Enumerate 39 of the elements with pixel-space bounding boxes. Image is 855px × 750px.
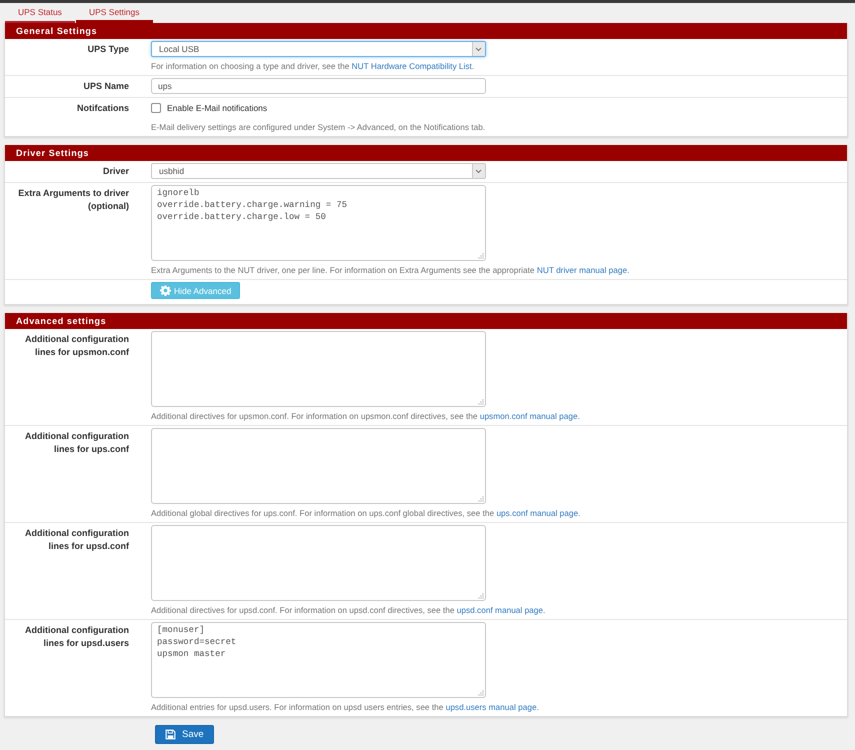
panel-heading: General Settings — [5, 23, 847, 39]
panel-heading: Driver Settings — [5, 145, 847, 161]
checkbox-label[interactable]: Enable E-Mail notifications — [167, 103, 268, 113]
gear-icon — [160, 285, 171, 296]
save-button[interactable]: Save — [155, 725, 214, 744]
help-text: Extra Arguments to the NUT driver, one per line. For information on Extra Arguments see the appropriate NUT driver manual page. — [151, 265, 630, 276]
field-label: Additional configuration lines for upsmon.conf — [24, 333, 129, 359]
text-area[interactable]: [monuser] password=secret upsmon master — [151, 622, 486, 698]
text-input[interactable]: ups — [151, 78, 486, 94]
help-link[interactable]: upsmon.conf manual page — [480, 411, 578, 421]
help-text: Additional directives for upsd.conf. For information on upsd.conf directives, see the upsd.conf manual page. — [151, 605, 546, 616]
checkbox[interactable] — [151, 103, 161, 113]
dropdown[interactable]: Local USB — [151, 41, 486, 57]
chevron-down-icon — [472, 42, 485, 56]
help-text: E-Mail delivery settings are configured under System -> Advanced, on the Notifications tab. — [151, 122, 486, 133]
text-area[interactable] — [151, 525, 486, 601]
help-link[interactable]: NUT driver manual page — [536, 265, 628, 275]
help-link[interactable]: NUT Hardware Compatibility List — [352, 61, 472, 71]
field-label: Notifcations — [76, 102, 129, 115]
field-label: Extra Arguments to driver (optional) — [17, 187, 129, 213]
text-area[interactable] — [151, 428, 486, 504]
field-label: UPS Name — [83, 80, 129, 93]
help-link[interactable]: upsd.conf manual page — [456, 605, 544, 615]
help-link[interactable]: upsd.users manual page — [446, 702, 537, 712]
chevron-down-icon — [472, 164, 485, 178]
help-link[interactable]: ups.conf manual page — [496, 508, 578, 518]
help-text: For information on choosing a type and driver, see the NUT Hardware Compatibility List. — [151, 61, 476, 72]
field-label: Driver — [102, 165, 129, 178]
text-area[interactable]: ignorelb override.battery.charge.warning = 75 override.battery.charge.low = 50 — [151, 185, 486, 261]
text-area[interactable] — [151, 331, 486, 407]
field-label: UPS Type — [88, 43, 129, 56]
field-label: Additional configuration lines for upsd.conf — [24, 527, 129, 553]
panel-heading: Advanced settings — [5, 313, 847, 329]
help-text: Additional global directives for ups.conf. For information on ups.conf global directives, see the ups.conf manual page. — [151, 508, 582, 519]
help-text: Additional directives for upsmon.conf. For information on upsmon.conf directives, see the upsmon.conf manual page. — [151, 411, 581, 422]
field-label: Additional configuration lines for upsd.users — [24, 624, 129, 650]
help-text: Additional entries for upsd.users. For information on upsd users entries, see the upsd.users manual page. — [151, 702, 540, 713]
field-label: Additional configuration lines for ups.conf — [24, 430, 129, 456]
dropdown[interactable]: usbhid — [151, 163, 486, 179]
